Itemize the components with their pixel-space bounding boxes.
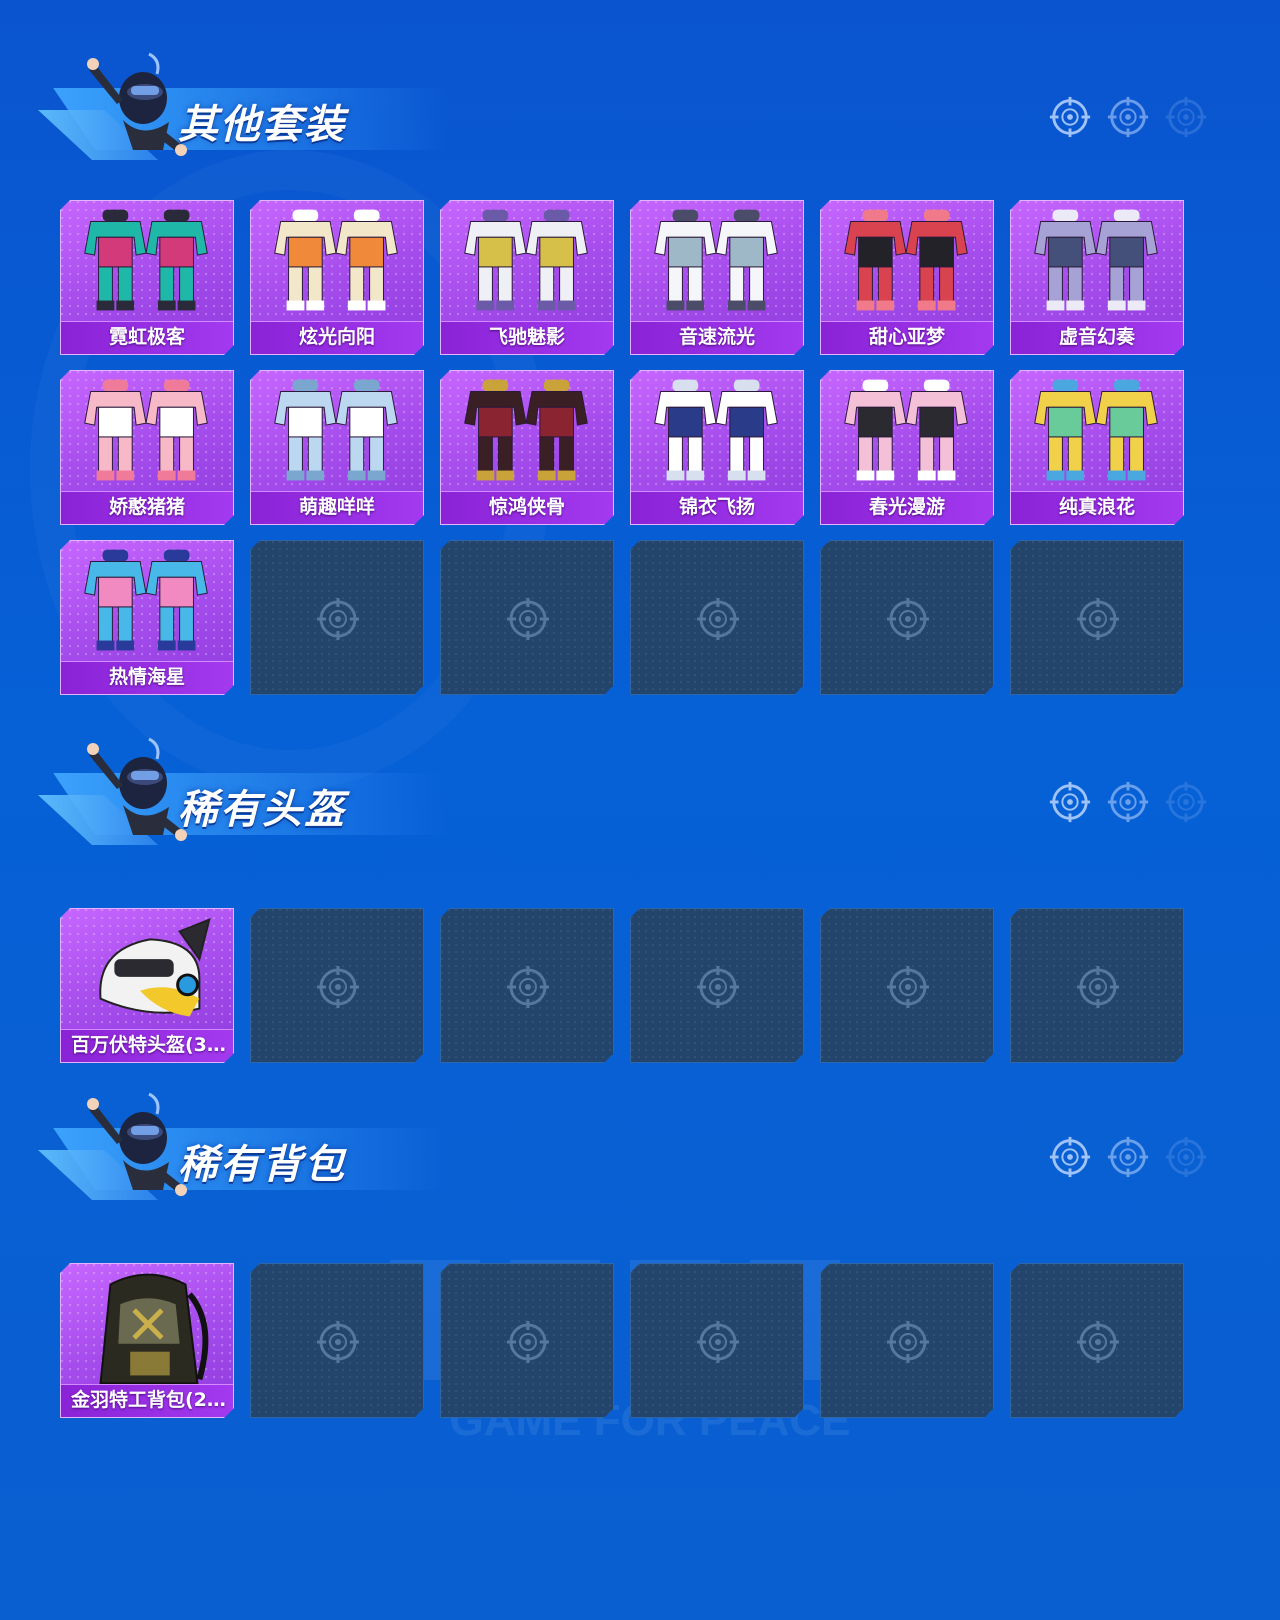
item-card[interactable]: 百万伏特头盔(3... — [60, 908, 234, 1063]
target-icon — [1165, 781, 1207, 823]
item-label: 锦衣飞扬 — [678, 496, 755, 518]
empty-slot — [250, 1263, 424, 1418]
item-card[interactable]: 音速流光 — [630, 200, 804, 355]
empty-slot — [1010, 1263, 1184, 1418]
item-card[interactable]: 春光漫游 — [820, 370, 994, 525]
target-icons — [1048, 95, 1208, 141]
item-card[interactable]: 娇憨猪猪 — [60, 370, 234, 525]
item-card[interactable]: 纯真浪花 — [1010, 370, 1184, 525]
outfit-image — [61, 371, 233, 493]
item-label: 娇憨猪猪 — [108, 496, 185, 518]
target-icon — [1075, 964, 1121, 1010]
outfit-image — [821, 201, 993, 323]
empty-slot — [250, 540, 424, 695]
outfit-image — [61, 201, 233, 323]
target-icon — [885, 1319, 931, 1365]
target-icon — [505, 964, 551, 1010]
outfit-image — [61, 541, 233, 663]
target-icon — [505, 596, 551, 642]
target-icon — [1165, 96, 1207, 138]
outfit-image — [821, 371, 993, 493]
outfit-image — [251, 371, 423, 493]
backpack-image — [61, 1264, 233, 1386]
section-header: 稀有头盔 — [28, 735, 448, 855]
item-card[interactable]: 热情海星 — [60, 540, 234, 695]
item-card[interactable]: 金羽特工背包(2... — [60, 1263, 234, 1418]
target-icon — [1107, 96, 1149, 138]
empty-slot — [1010, 540, 1184, 695]
target-icon — [885, 596, 931, 642]
item-label: 百万伏特头盔(3... — [71, 1034, 229, 1056]
item-card[interactable]: 飞驰魅影 — [440, 200, 614, 355]
item-label: 金羽特工背包(2... — [71, 1389, 229, 1411]
section-header: 稀有背包 — [28, 1090, 448, 1210]
item-card[interactable]: 甜心亚梦 — [820, 200, 994, 355]
target-icon — [1165, 1136, 1207, 1178]
mascot-character-icon — [87, 52, 187, 156]
item-card[interactable]: 惊鸿侠骨 — [440, 370, 614, 525]
item-label: 春光漫游 — [868, 496, 945, 518]
target-icon — [695, 964, 741, 1010]
section-header: 其他套装 — [28, 50, 448, 170]
empty-slot — [820, 1263, 994, 1418]
item-card[interactable]: 炫光向阳 — [250, 200, 424, 355]
target-icon — [1049, 1136, 1091, 1178]
item-label: 飞驰魅影 — [488, 326, 565, 348]
empty-slot — [820, 540, 994, 695]
target-icon — [1075, 1319, 1121, 1365]
empty-slot — [1010, 908, 1184, 1063]
empty-slot — [630, 908, 804, 1063]
target-icon — [1049, 781, 1091, 823]
empty-slot — [630, 540, 804, 695]
item-card[interactable]: 锦衣飞扬 — [630, 370, 804, 525]
section-other-outfits: 其他套装 霓虹极客 炫光向阳 飞驰魅影 音速流光 甜心亚梦 虚音幻奏娇憨猪猪 萌趣咩咩 惊鸿侠… — [0, 50, 1280, 710]
target-icon — [1107, 1136, 1149, 1178]
target-icon — [1049, 96, 1091, 138]
item-label: 霓虹极客 — [108, 326, 185, 348]
outfit-image — [631, 201, 803, 323]
item-label: 音速流光 — [678, 326, 755, 348]
target-icon — [695, 1319, 741, 1365]
helmet-image — [61, 909, 233, 1031]
section-title: 稀有头盔 — [178, 787, 346, 833]
outfit-image — [1011, 201, 1183, 323]
mascot-character-icon — [87, 1092, 187, 1196]
item-label: 惊鸿侠骨 — [488, 496, 565, 518]
section-title: 其他套装 — [178, 102, 346, 148]
target-icon — [315, 964, 361, 1010]
item-label: 萌趣咩咩 — [298, 496, 375, 518]
empty-slot — [440, 908, 614, 1063]
section-rare-helmets: 稀有头盔 百万伏特头盔(3... — [0, 735, 1280, 1065]
target-icon — [315, 1319, 361, 1365]
target-icon — [505, 1319, 551, 1365]
target-icon — [695, 596, 741, 642]
mascot-character-icon — [87, 737, 187, 841]
target-icons — [1048, 780, 1208, 826]
target-icon — [1107, 781, 1149, 823]
outfit-image — [251, 201, 423, 323]
empty-slot — [630, 1263, 804, 1418]
item-label: 虚音幻奏 — [1058, 326, 1135, 348]
outfit-image — [1011, 371, 1183, 493]
item-label: 炫光向阳 — [298, 326, 375, 348]
section-rare-backpacks: 稀有背包 金羽特工背包(2... — [0, 1090, 1280, 1420]
item-label: 纯真浪花 — [1058, 496, 1135, 518]
item-card[interactable]: 萌趣咩咩 — [250, 370, 424, 525]
outfit-image — [441, 371, 613, 493]
target-icon — [315, 596, 361, 642]
item-card[interactable]: 霓虹极客 — [60, 200, 234, 355]
empty-slot — [440, 540, 614, 695]
target-icon — [885, 964, 931, 1010]
empty-slot — [820, 908, 994, 1063]
target-icon — [1075, 596, 1121, 642]
empty-slot — [250, 908, 424, 1063]
item-card[interactable]: 虚音幻奏 — [1010, 200, 1184, 355]
outfit-image — [631, 371, 803, 493]
empty-slot — [440, 1263, 614, 1418]
target-icons — [1048, 1135, 1208, 1181]
section-title: 稀有背包 — [178, 1142, 346, 1188]
outfit-image — [441, 201, 613, 323]
item-label: 甜心亚梦 — [868, 326, 945, 348]
item-label: 热情海星 — [108, 666, 185, 688]
